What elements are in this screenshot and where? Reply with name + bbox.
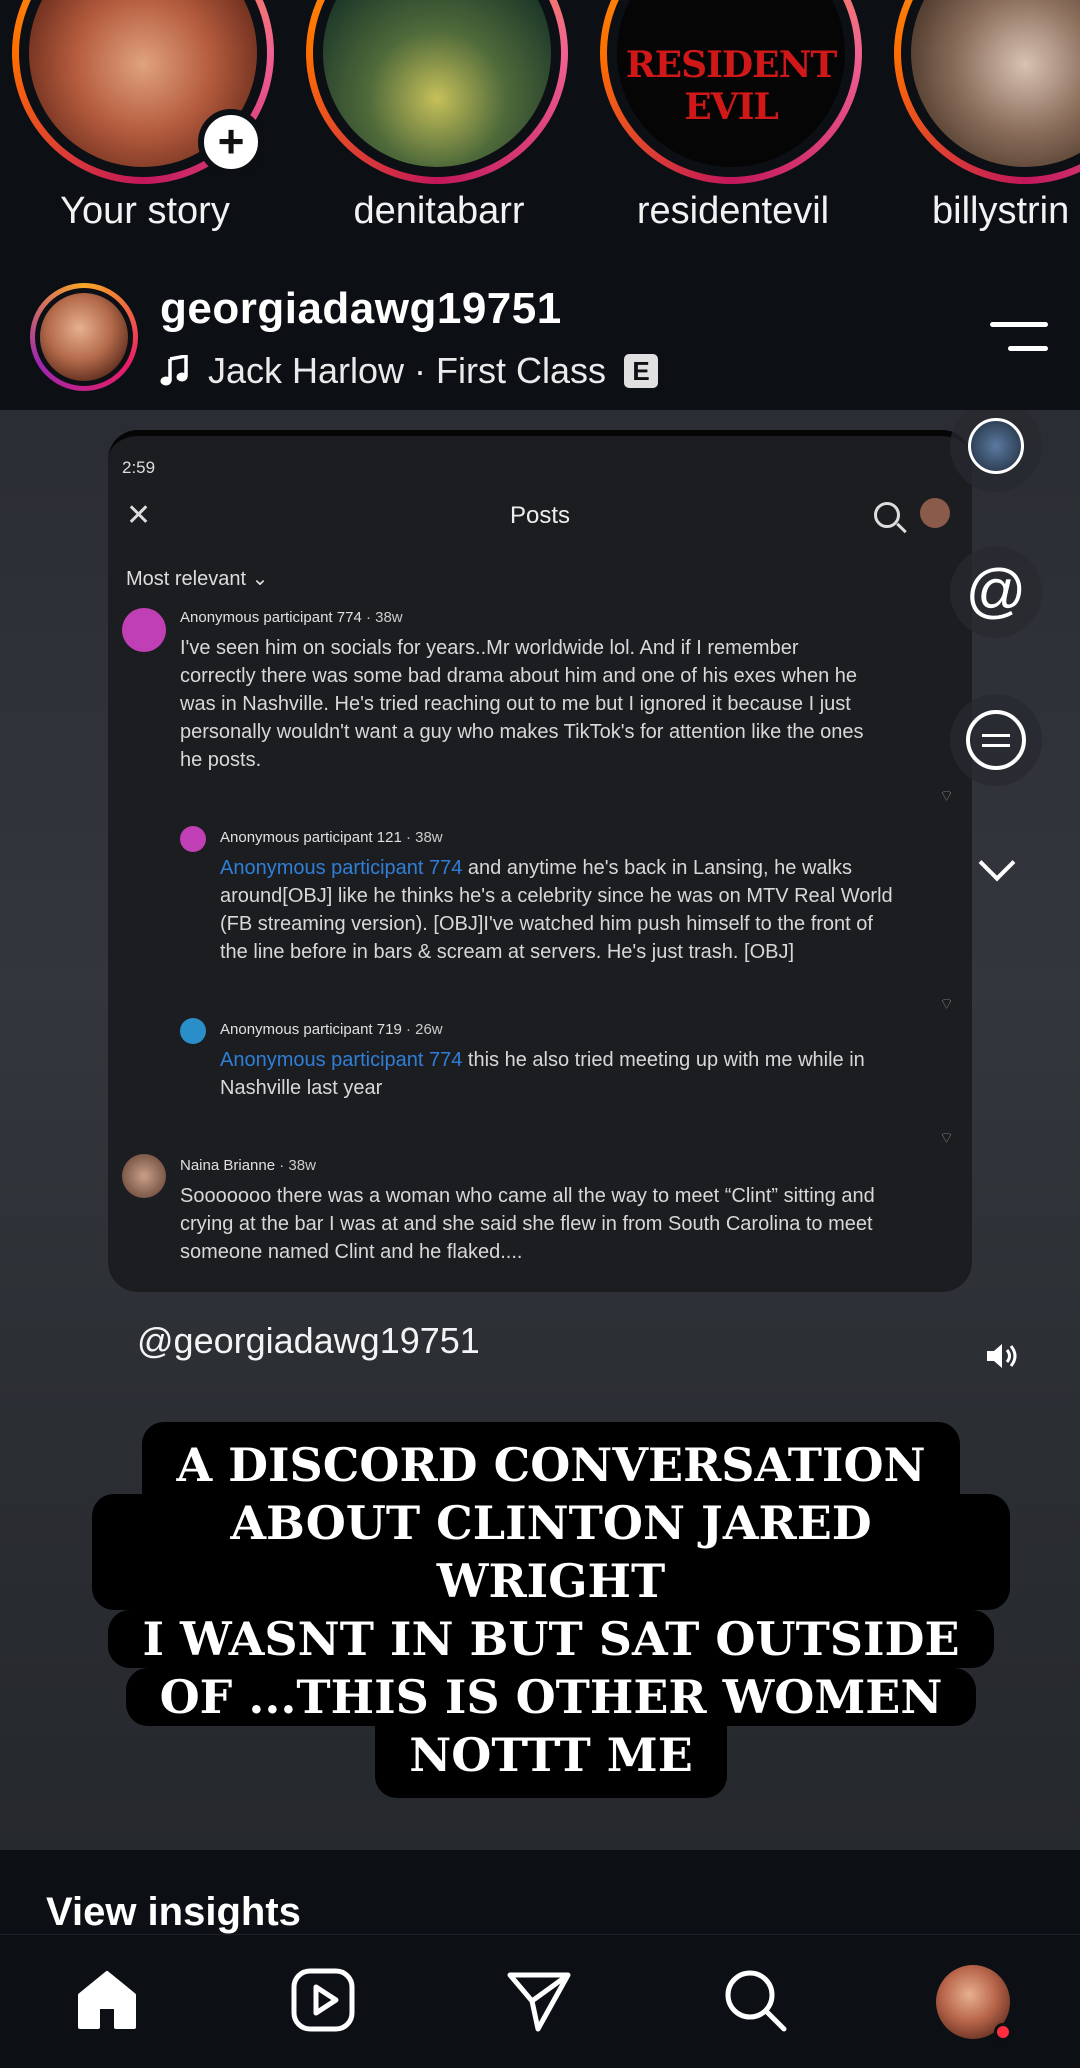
caption-line: A DISCORD CONVERSATION xyxy=(142,1422,960,1494)
caption-line: OF ...THIS IS OTHER WOMEN xyxy=(125,1668,977,1726)
music-label: Jack Harlow · First Class xyxy=(208,350,607,391)
reel-video[interactable]: 2:59 ✕ Posts Most relevant ⌄ Anonymous p… xyxy=(0,410,1080,1850)
profile-avatar-button[interactable] xyxy=(950,410,1042,492)
volume-icon[interactable] xyxy=(984,1338,1020,1374)
threads-icon[interactable]: @ xyxy=(950,546,1042,638)
comment: Naina Brianne · 38w Sooooooo there was a… xyxy=(180,1157,875,1263)
explicit-badge: E xyxy=(624,354,659,388)
caption-overlay: A DISCORD CONVERSATION ABOUT CLINTON JAR… xyxy=(92,1422,1010,1798)
music-note-icon xyxy=(160,355,188,386)
avatar xyxy=(920,498,950,528)
anon-avatar-icon xyxy=(122,608,166,652)
story-label: billystrin xyxy=(932,190,1070,232)
story-ring xyxy=(306,0,568,184)
post-username[interactable]: georgiadawg19751 xyxy=(160,284,562,334)
screenshot-title: Posts xyxy=(509,502,571,529)
notification-dot xyxy=(994,2023,1012,2041)
embedded-screenshot: 2:59 ✕ Posts Most relevant ⌄ Anonymous p… xyxy=(108,430,972,1292)
bottom-nav xyxy=(0,1934,1080,2068)
reels-icon[interactable] xyxy=(288,1965,358,2035)
menu-icon[interactable] xyxy=(990,320,1048,352)
caption-line: I WASNT IN BUT SAT OUTSIDE xyxy=(108,1610,994,1668)
comment: Anonymous participant 121 · 38w Anonymou… xyxy=(220,829,893,963)
post-music[interactable]: Jack Harlow · First Class E xyxy=(160,350,659,392)
avatar xyxy=(122,1154,166,1198)
story-ring xyxy=(894,0,1080,184)
dislike-icon: ⌔ xyxy=(938,996,954,1013)
sort-selector: Most relevant ⌄ xyxy=(126,568,269,590)
caption-line: ABOUT CLINTON JARED WRIGHT xyxy=(92,1494,1010,1610)
anon-avatar-icon xyxy=(180,1018,206,1044)
story-label: denitabarr xyxy=(353,190,525,232)
insights-bar[interactable]: View insights xyxy=(0,1850,1080,1934)
chevron-down-icon[interactable] xyxy=(978,844,1016,882)
story-label: residentevil xyxy=(636,190,830,232)
story-label: Your story xyxy=(60,190,230,232)
post-author-avatar[interactable] xyxy=(30,283,138,391)
caption-line: NOTTT ME xyxy=(375,1726,727,1798)
dislike-icon: ⌔ xyxy=(938,788,954,805)
stories-row: + Your story denitabarr RESIDENT EVIL re… xyxy=(0,0,1080,258)
view-insights-link[interactable]: View insights xyxy=(46,1890,301,1934)
search-icon[interactable] xyxy=(720,1965,790,2035)
send-icon[interactable] xyxy=(504,1965,574,2035)
comment: Anonymous participant 774 · 38w I've see… xyxy=(180,609,864,771)
search-icon xyxy=(874,502,900,528)
add-story-icon[interactable]: + xyxy=(198,109,264,175)
status-time: 2:59 xyxy=(122,458,156,477)
dislike-icon: ⌔ xyxy=(938,1130,954,1147)
home-icon[interactable] xyxy=(72,1965,142,2035)
anon-avatar-icon xyxy=(180,826,206,852)
resident-evil-logo: RESIDENT EVIL xyxy=(625,44,838,128)
comment: Anonymous participant 719 · 26w Anonymou… xyxy=(220,1021,865,1099)
story-ring: RESIDENT EVIL xyxy=(600,0,862,184)
post-tag: @georgiadawg19751 xyxy=(137,1320,480,1361)
post-header: georgiadawg19751 Jack Harlow · First Cla… xyxy=(0,258,1080,410)
comment-icon[interactable] xyxy=(950,694,1042,786)
